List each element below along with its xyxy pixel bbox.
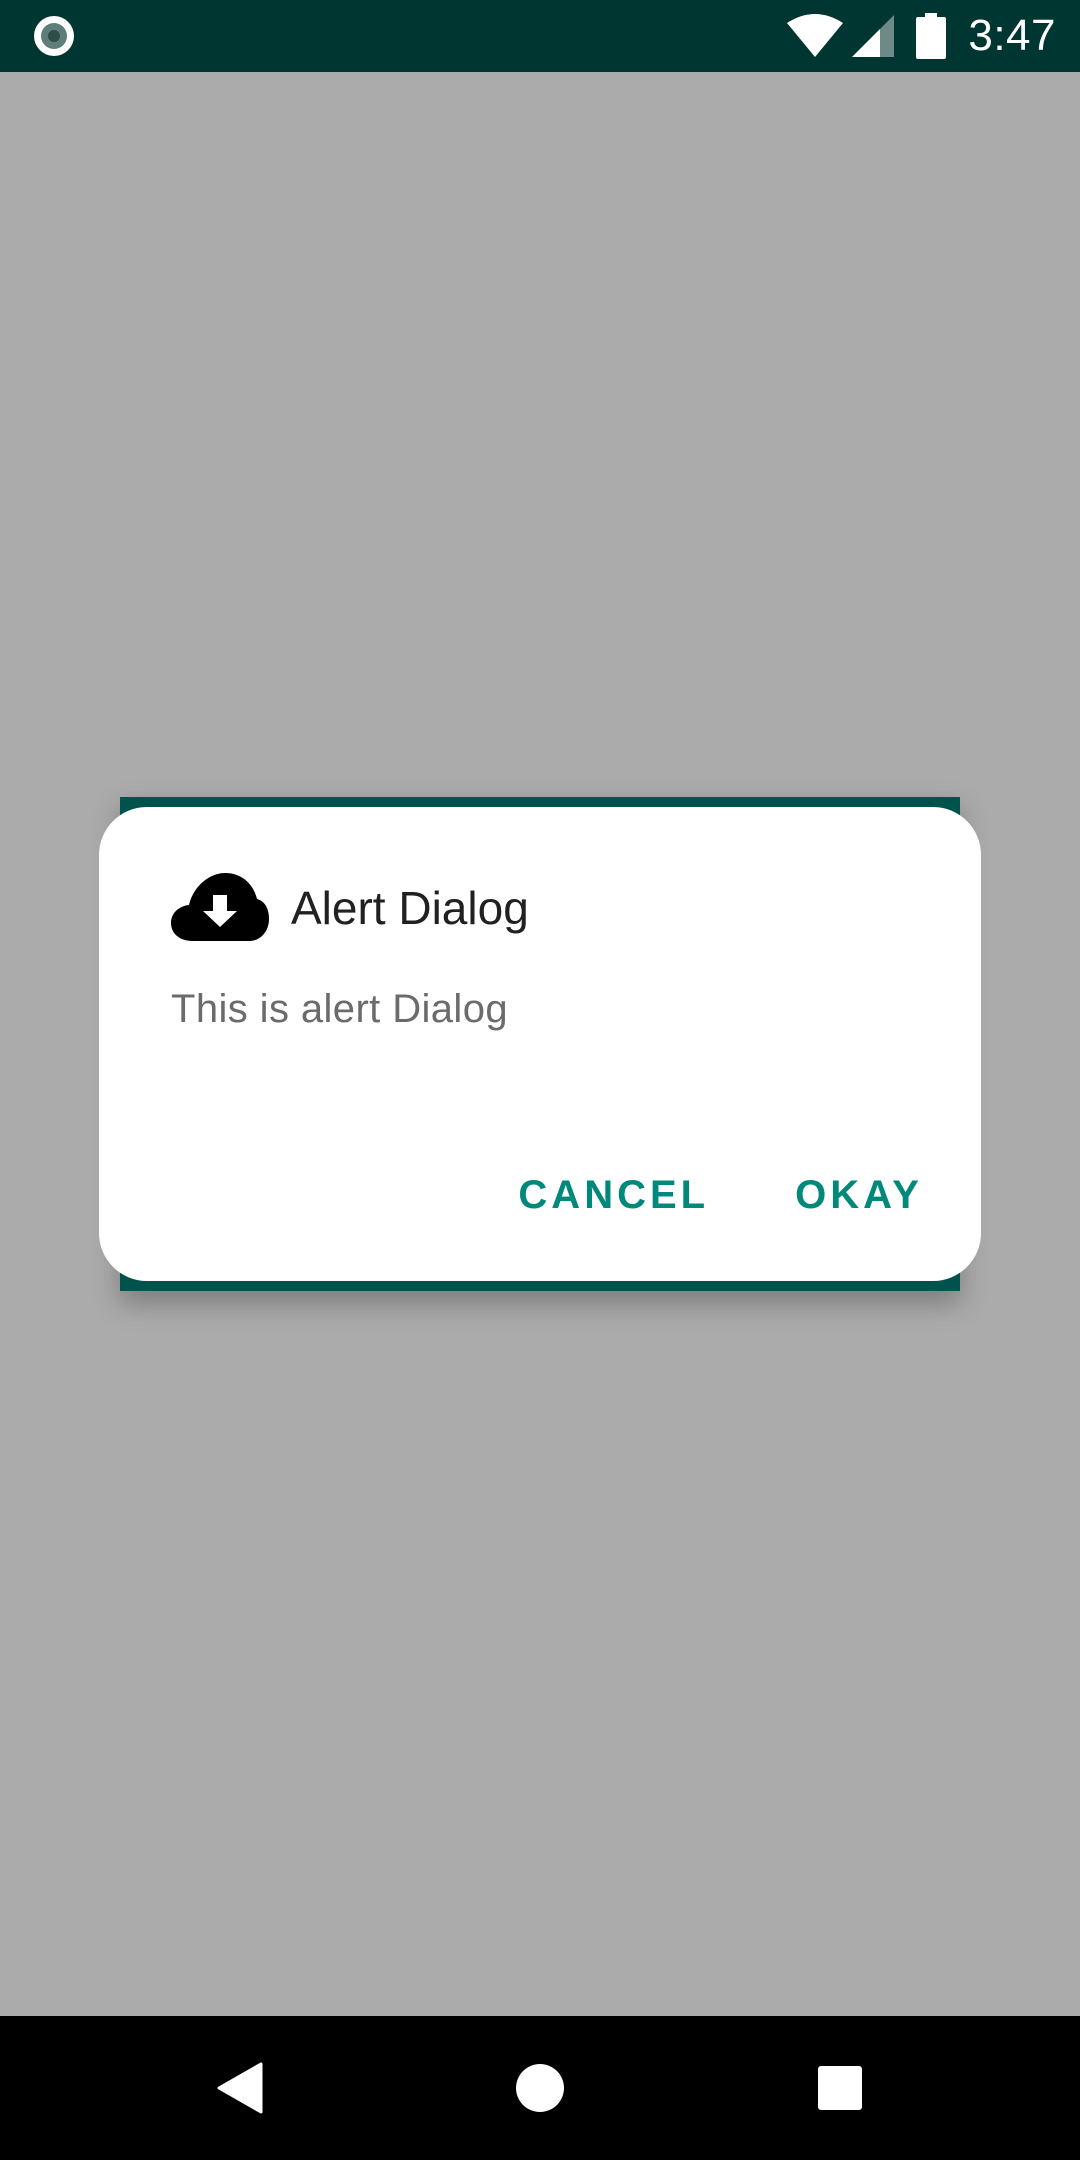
okay-button[interactable]: OKAY — [795, 1173, 923, 1218]
battery-icon — [916, 13, 947, 59]
back-button[interactable] — [200, 2016, 280, 2160]
wifi-icon — [787, 14, 844, 57]
back-icon — [217, 2062, 263, 2114]
alert-dialog: Alert Dialog This is alert Dialog CANCEL… — [99, 807, 981, 1281]
recents-icon — [818, 2066, 862, 2110]
screen: 3:47 Alert Dialog This is alert Dialog C… — [0, 0, 1080, 2160]
circle-record-icon — [34, 16, 74, 56]
dialog-message: This is alert Dialog — [171, 987, 509, 1031]
cell-signal-icon — [852, 15, 895, 57]
home-icon — [516, 2064, 564, 2112]
status-time: 3:47 — [968, 11, 1056, 60]
navigation-bar — [0, 2016, 1080, 2160]
cancel-button[interactable]: CANCEL — [518, 1173, 709, 1218]
dialog-title: Alert Dialog — [291, 882, 529, 934]
dialog-header: Alert Dialog — [171, 873, 529, 943]
recents-button[interactable] — [800, 2016, 880, 2160]
dialog-actions: CANCEL OKAY — [518, 1173, 923, 1218]
cloud-download-icon — [171, 873, 269, 941]
status-icons: 3:47 — [786, 0, 1056, 72]
home-button[interactable] — [500, 2016, 580, 2160]
status-bar: 3:47 — [0, 0, 1080, 72]
